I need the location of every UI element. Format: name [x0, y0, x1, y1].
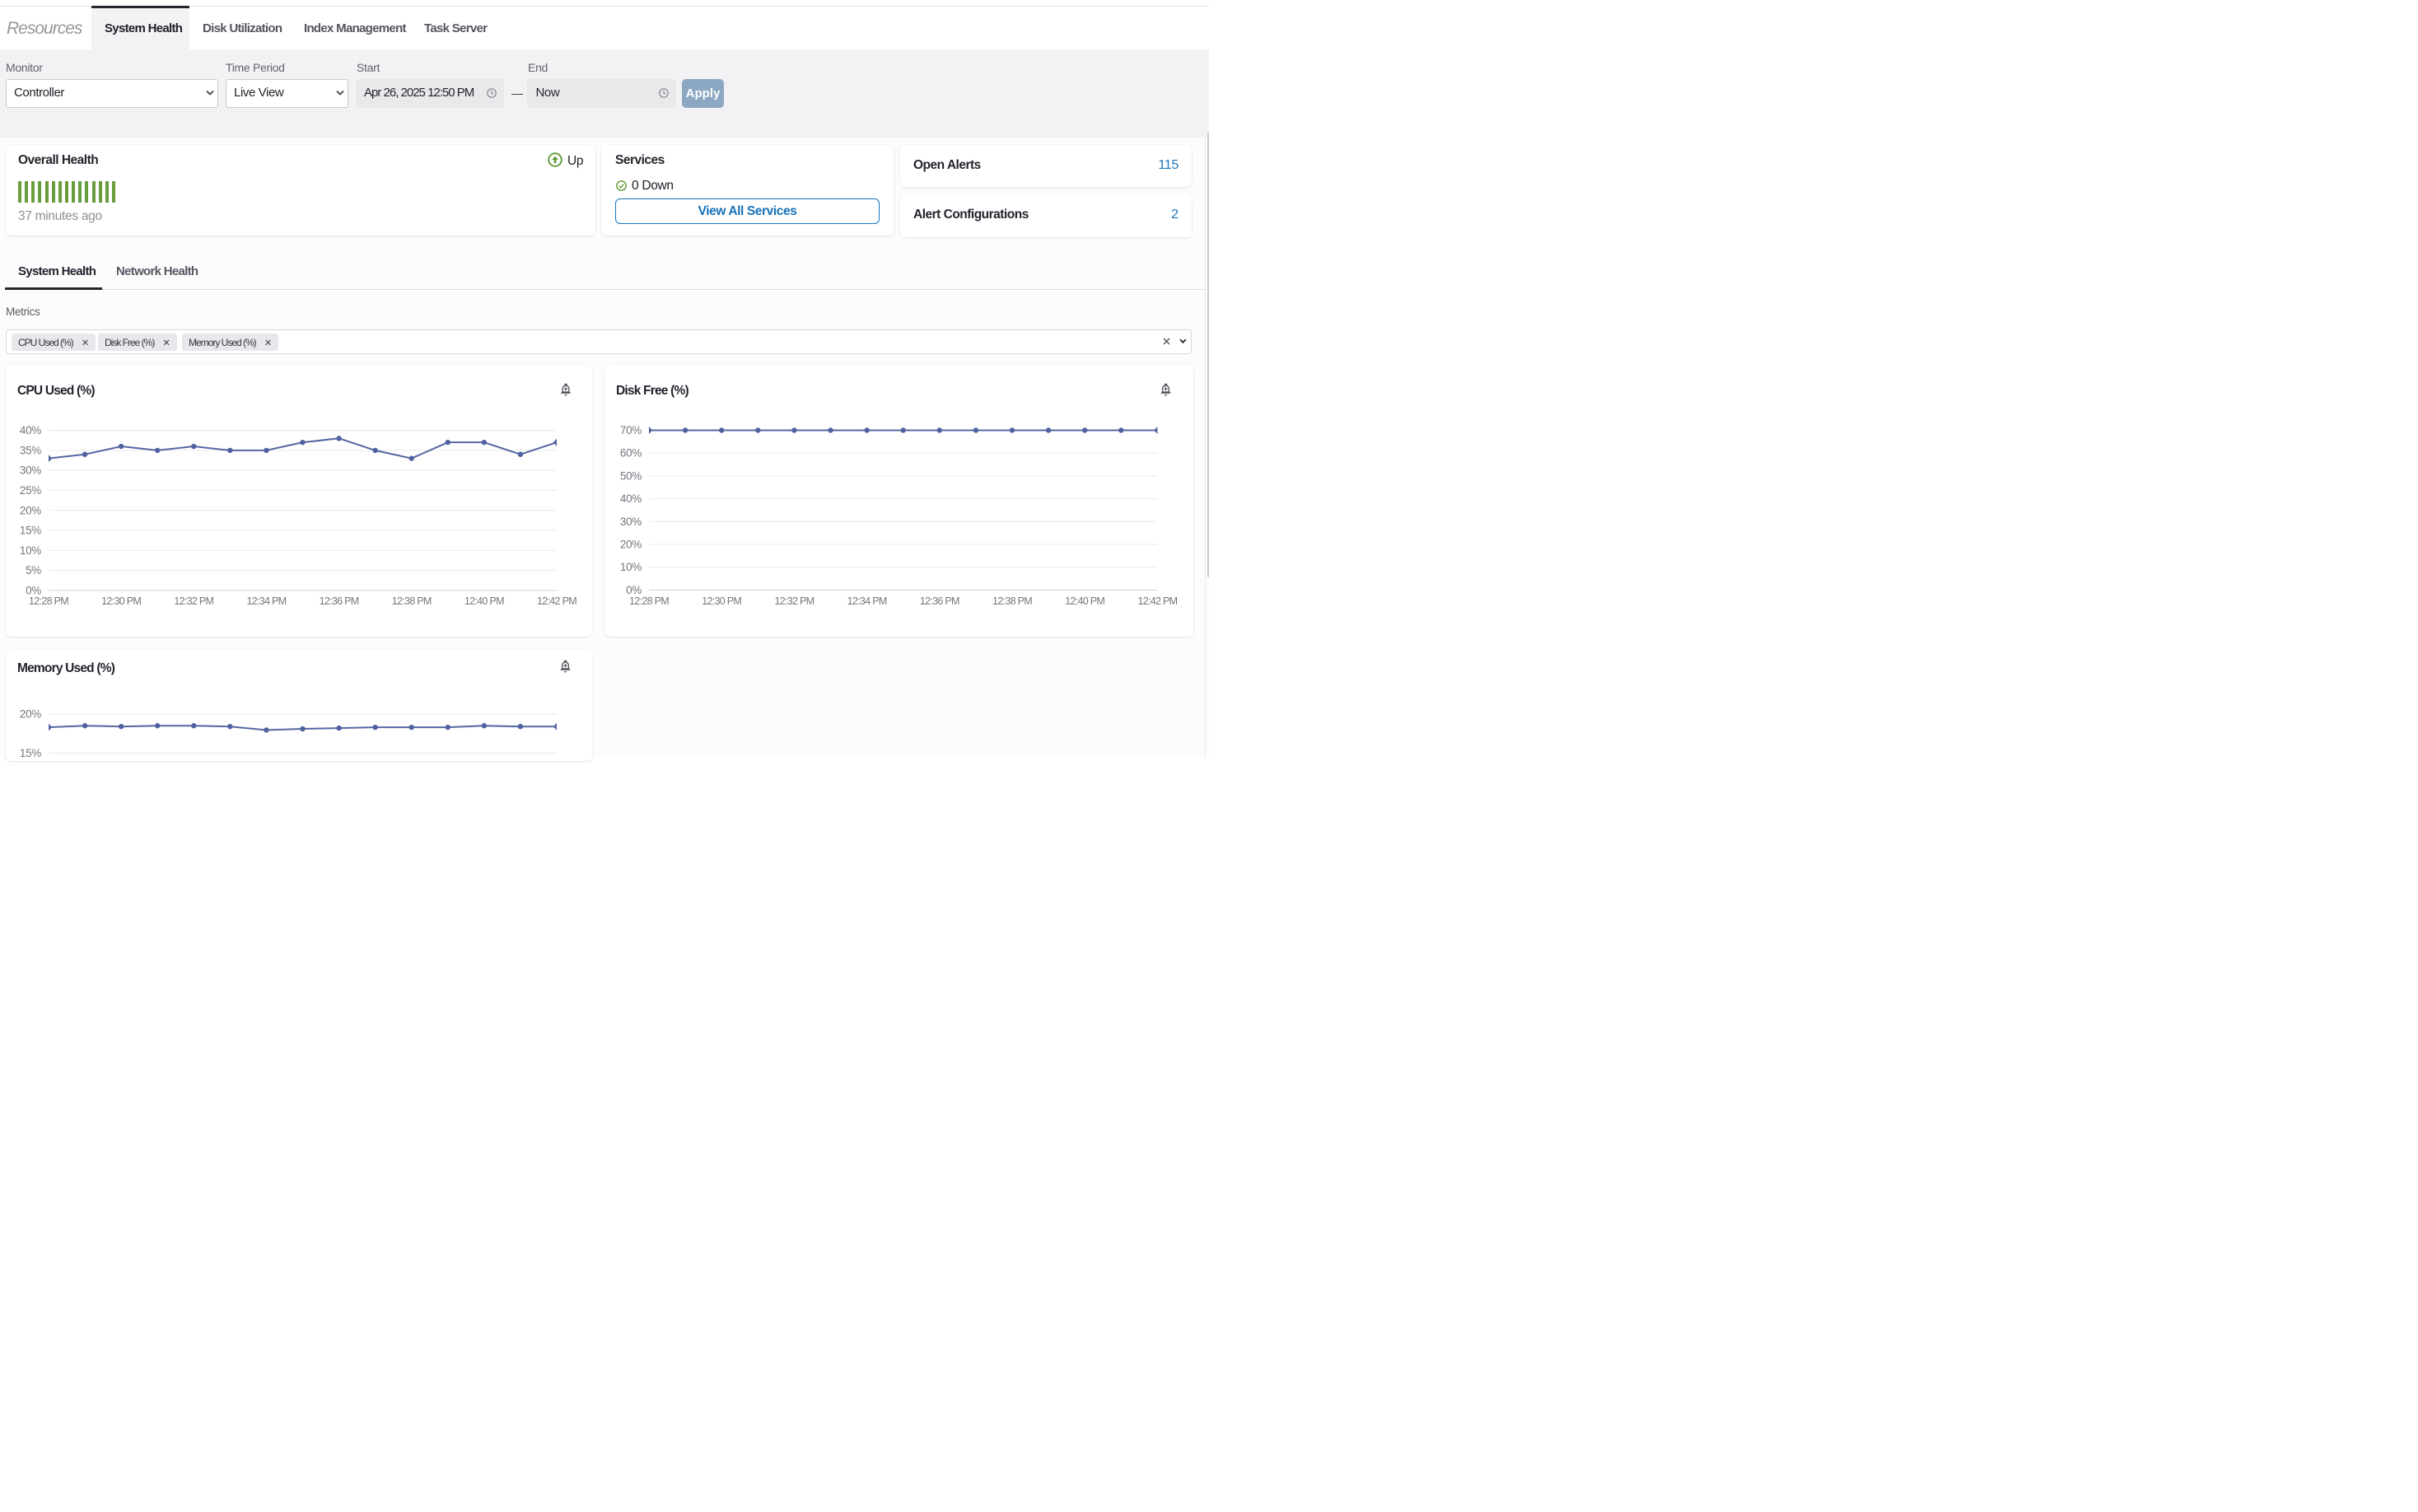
svg-text:15%: 15% [20, 747, 41, 759]
svg-text:12:34 PM: 12:34 PM [246, 595, 286, 607]
svg-text:12:30 PM: 12:30 PM [101, 595, 141, 607]
svg-text:12:34 PM: 12:34 PM [847, 595, 887, 607]
svg-text:30%: 30% [20, 464, 41, 477]
svg-text:20%: 20% [620, 539, 642, 551]
svg-text:12:36 PM: 12:36 PM [920, 595, 959, 607]
svg-text:12:32 PM: 12:32 PM [774, 595, 814, 607]
svg-text:12:38 PM: 12:38 PM [992, 595, 1032, 607]
svg-text:12:28 PM: 12:28 PM [29, 595, 68, 607]
svg-text:10%: 10% [20, 544, 41, 557]
svg-text:12:28 PM: 12:28 PM [629, 595, 669, 607]
svg-text:70%: 70% [620, 424, 642, 436]
svg-text:12:32 PM: 12:32 PM [174, 595, 213, 607]
svg-text:60%: 60% [620, 447, 642, 460]
svg-text:50%: 50% [620, 469, 642, 482]
svg-text:Memory Used (%): Memory Used (%) [17, 661, 115, 675]
svg-text:40%: 40% [20, 424, 41, 436]
svg-text:12:42 PM: 12:42 PM [1137, 595, 1177, 607]
svg-text:0%: 0% [626, 584, 642, 596]
svg-text:12:40 PM: 12:40 PM [464, 595, 504, 607]
svg-text:Disk Free (%): Disk Free (%) [616, 384, 689, 398]
svg-text:15%: 15% [20, 525, 41, 537]
svg-text:35%: 35% [20, 444, 41, 456]
svg-text:10%: 10% [620, 561, 642, 573]
svg-text:20%: 20% [20, 504, 41, 516]
svg-text:30%: 30% [620, 516, 642, 528]
svg-text:CPU Used (%): CPU Used (%) [17, 384, 95, 398]
svg-text:20%: 20% [20, 708, 41, 721]
svg-text:12:30 PM: 12:30 PM [702, 595, 741, 607]
svg-text:25%: 25% [20, 484, 41, 497]
svg-text:5%: 5% [26, 564, 41, 576]
svg-text:12:42 PM: 12:42 PM [537, 595, 576, 607]
svg-text:40%: 40% [620, 492, 642, 505]
svg-text:12:40 PM: 12:40 PM [1065, 595, 1104, 607]
svg-text:12:36 PM: 12:36 PM [320, 595, 359, 607]
svg-text:12:38 PM: 12:38 PM [392, 595, 432, 607]
